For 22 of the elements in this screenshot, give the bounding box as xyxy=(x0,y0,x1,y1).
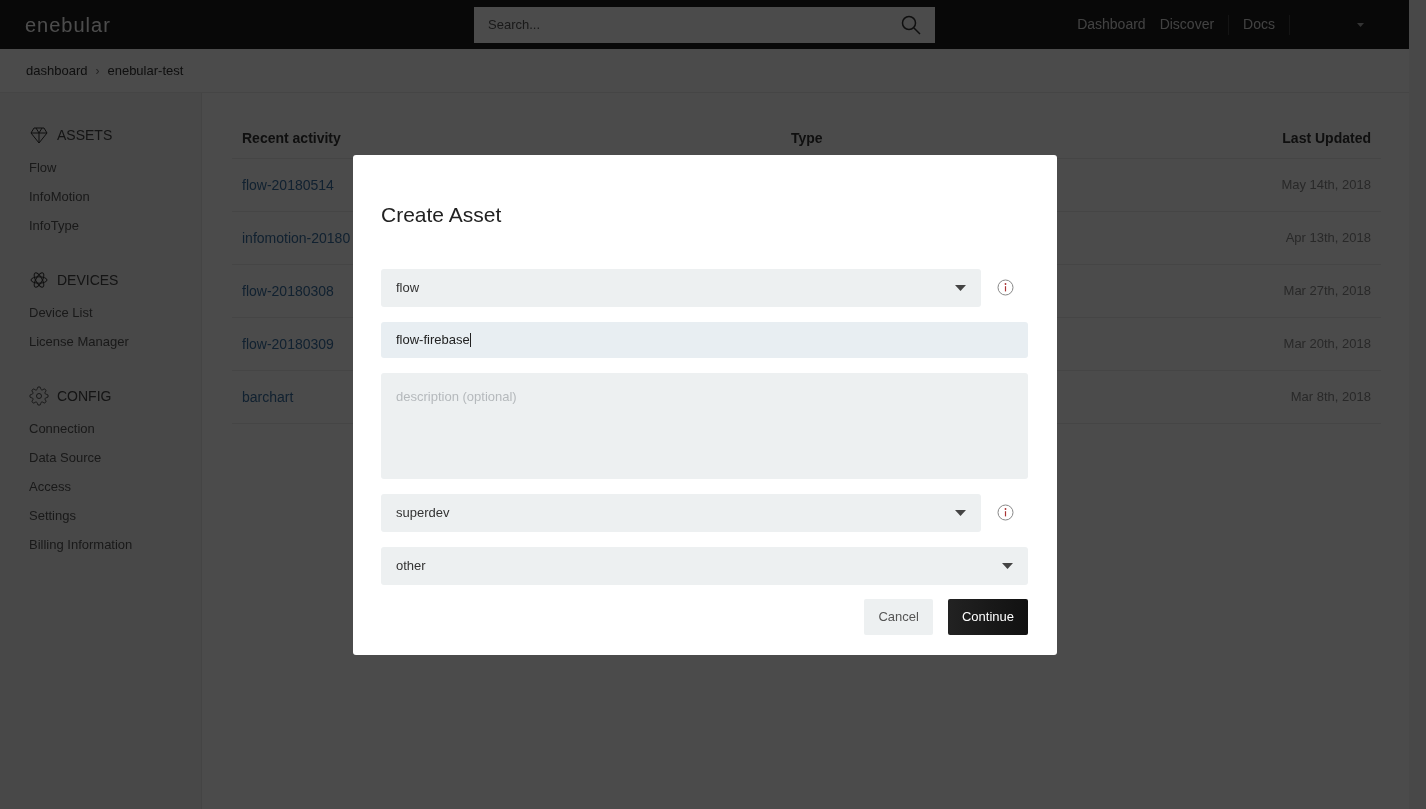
logo[interactable]: enebular xyxy=(25,13,111,36)
select-field[interactable]: other xyxy=(381,546,1028,585)
info-icon[interactable] xyxy=(997,279,1014,296)
select-value: other xyxy=(396,556,426,575)
caret-icon xyxy=(955,509,966,516)
cancel-button[interactable]: Cancel xyxy=(864,598,933,635)
description-field[interactable]: description (optional) xyxy=(381,372,1028,479)
select-value: superdev xyxy=(396,503,450,522)
continue-button[interactable]: Continue xyxy=(947,598,1028,635)
name-input-field[interactable]: flow-firebase xyxy=(381,321,1028,358)
select-field[interactable]: superdev xyxy=(381,493,981,532)
column-header: Recent activity xyxy=(242,129,342,148)
select-field[interactable]: flow xyxy=(381,268,981,307)
caret-icon xyxy=(955,284,966,291)
breadcrumb-separator: › xyxy=(95,62,100,80)
column-header: Type xyxy=(791,129,824,148)
dialog-title: Create Asset xyxy=(381,202,503,228)
select-value: flow xyxy=(396,278,420,297)
column-header: Last Updated xyxy=(1282,129,1371,148)
input-value: flow-firebase xyxy=(396,330,470,349)
caret-icon xyxy=(1002,562,1013,569)
info-icon[interactable] xyxy=(997,504,1014,521)
